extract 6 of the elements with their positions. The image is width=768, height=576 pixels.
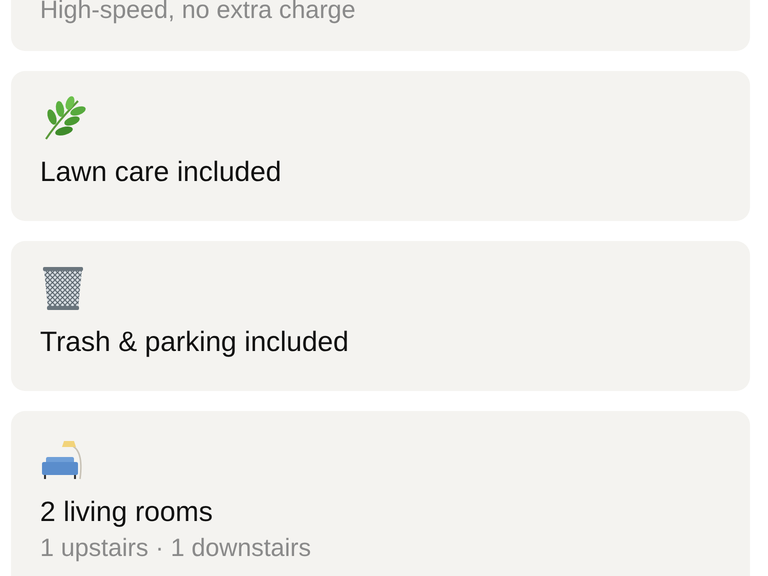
feature-title: Trash & parking included <box>40 325 349 359</box>
feature-subtitle: High-speed, no extra charge <box>40 0 356 25</box>
feature-title: Lawn care included <box>40 155 282 189</box>
wastebasket-icon <box>40 265 86 311</box>
feature-subtitle: 1 upstairs · 1 downstairs <box>40 533 311 563</box>
feature-title: 2 living rooms <box>40 495 213 529</box>
